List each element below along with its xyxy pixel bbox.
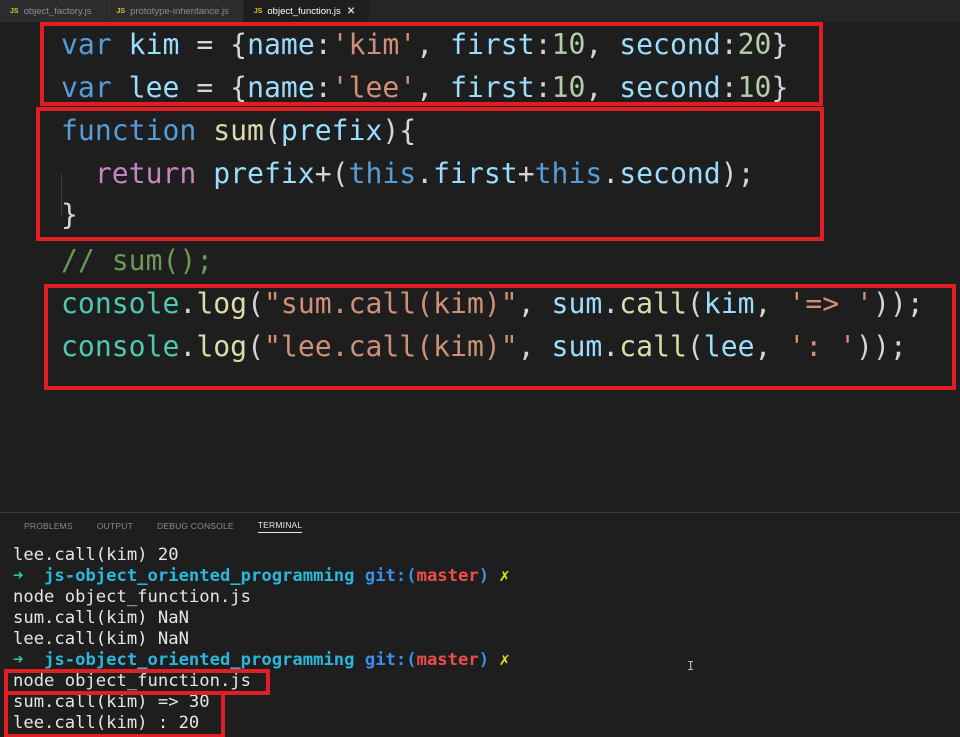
- tab-label: prototype-inheritance.js: [130, 5, 229, 17]
- tab-prototype-inheritance[interactable]: JS prototype-inheritance.js: [106, 0, 244, 22]
- tab-object-function[interactable]: JS object_function.js ✕: [243, 0, 371, 22]
- highlight-box-function: [36, 107, 824, 241]
- bottom-panel: PROBLEMS OUTPUT DEBUG CONSOLE TERMINAL l…: [0, 512, 960, 737]
- tab-output[interactable]: OUTPUT: [97, 521, 133, 531]
- js-file-icon: JS: [253, 7, 263, 15]
- tab-terminal[interactable]: TERMINAL: [257, 520, 303, 533]
- js-file-icon: JS: [10, 7, 19, 15]
- tab-label: object_factory.js: [23, 5, 92, 17]
- close-icon[interactable]: ✕: [347, 6, 355, 17]
- highlight-box-objects: [40, 22, 823, 106]
- highlight-box-console: [44, 284, 956, 390]
- prompt-arrow-icon: ➜: [13, 566, 24, 586]
- code-editor[interactable]: var kim = {name:'kim', first:10, second:…: [0, 22, 960, 512]
- terminal-prompt: ➜ js-object_oriented_programming git:(ma…: [13, 650, 510, 670]
- tab-debug-console[interactable]: DEBUG CONSOLE: [157, 521, 234, 531]
- tab-problems[interactable]: PROBLEMS: [24, 521, 73, 531]
- terminal-line: node object_function.js: [13, 587, 251, 607]
- tab-label: object_function.js: [267, 5, 341, 17]
- terminal-line: lee.call(kim) NaN: [13, 629, 189, 649]
- text-cursor-icon: I: [687, 659, 695, 673]
- js-file-icon: JS: [116, 7, 126, 15]
- terminal-line: lee.call(kim) 20: [13, 545, 179, 565]
- code-line-6: // sum();: [61, 244, 214, 277]
- terminal-prompt: ➜ js-object_oriented_programming git:(ma…: [13, 566, 510, 586]
- terminal-line: sum.call(kim) NaN: [13, 608, 189, 628]
- editor-tab-bar: JS object_factory.js JS prototype-inheri…: [0, 0, 960, 22]
- prompt-arrow-icon: ➜: [13, 650, 24, 670]
- tab-object-factory[interactable]: JS object_factory.js: [0, 0, 107, 22]
- highlight-box-output: [4, 691, 225, 737]
- panel-tab-bar: PROBLEMS OUTPUT DEBUG CONSOLE TERMINAL: [0, 513, 303, 539]
